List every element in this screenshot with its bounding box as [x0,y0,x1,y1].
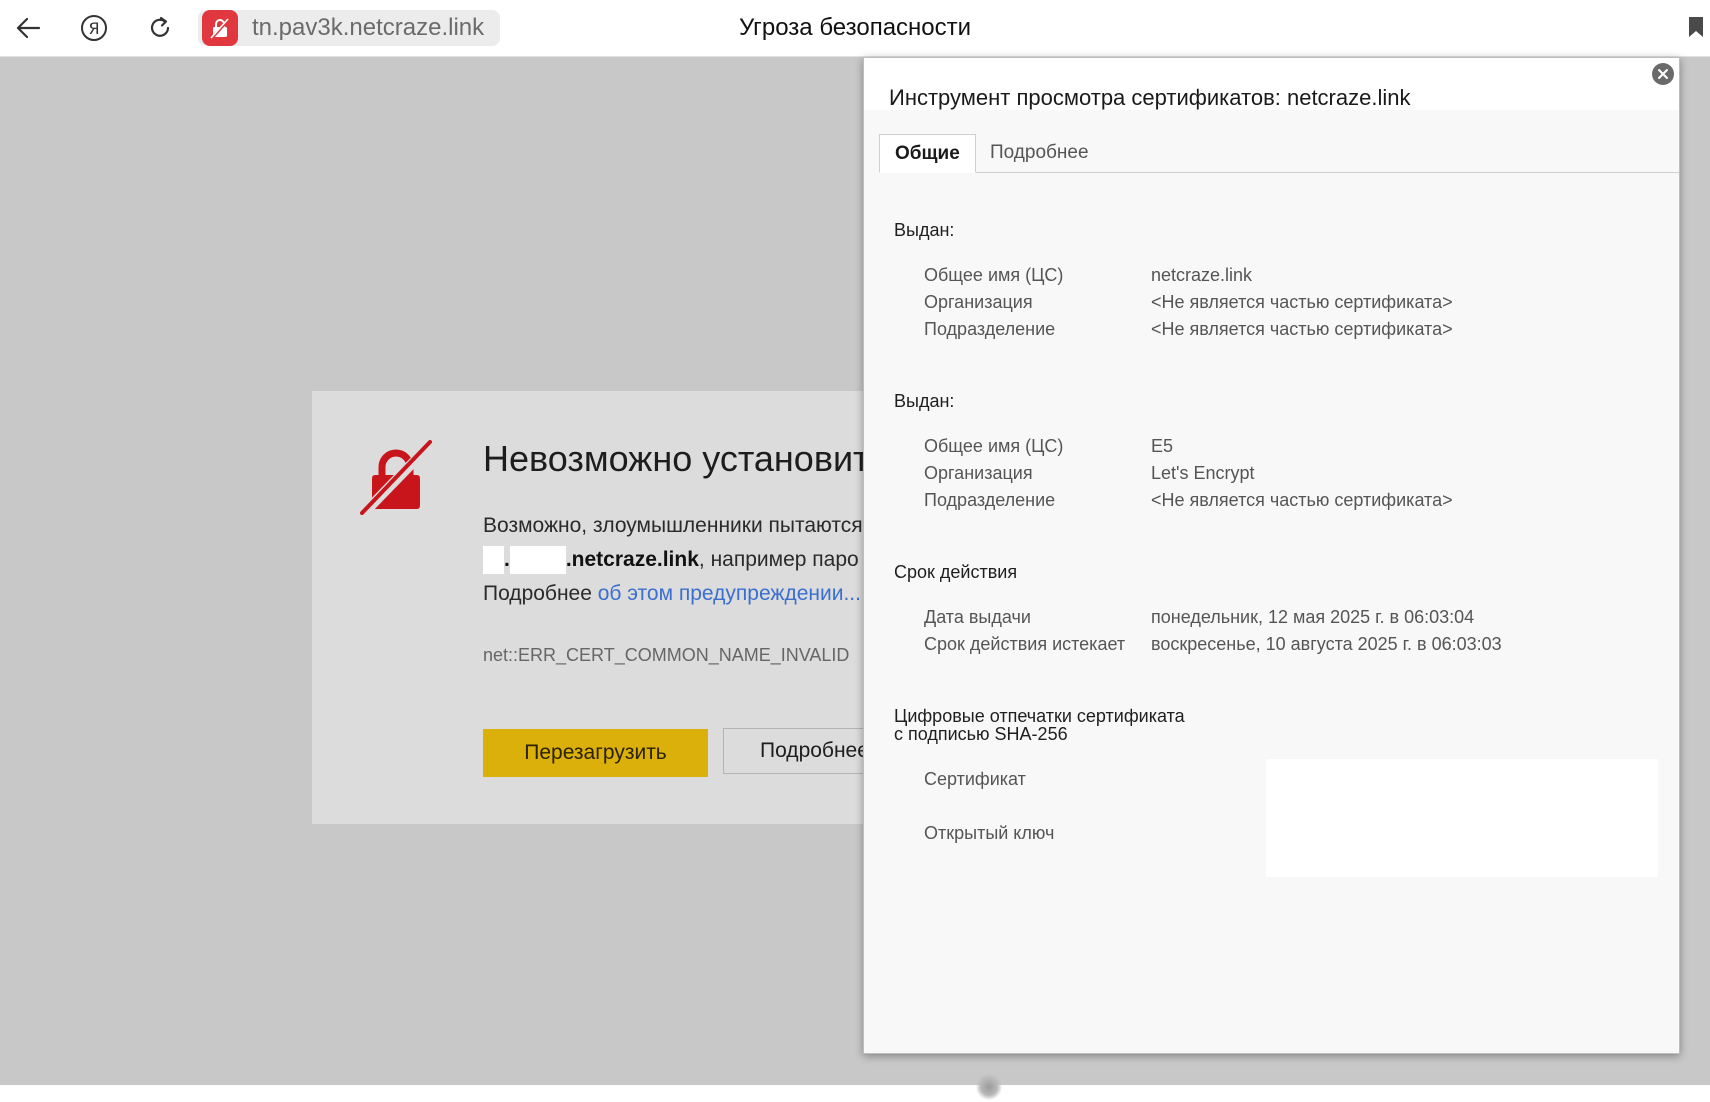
fingerprint-values-redacted [1266,759,1658,877]
broken-lock-icon [358,439,434,520]
yandex-logo-icon[interactable]: Я [76,10,112,46]
issued-by-cn-value: E5 [1151,436,1174,456]
section-fingerprints-subheading: с подписью SHA-256 [894,724,1068,744]
fingerprint-certificate-label: Сертификат [924,769,1026,789]
section-fingerprints-heading: Цифровые отпечатки сертификата [894,706,1185,726]
redacted-block [483,546,504,575]
fingerprint-public-key-label: Открытый ключ [924,823,1055,843]
tab-general[interactable]: Общие [879,134,976,173]
redacted-block [509,546,566,575]
issued-by-ou-label: Подразделение [924,490,1056,510]
issued-to-cn-label: Общее имя (ЦС) [924,265,1064,285]
certificate-viewer-dialog: Инструмент просмотра сертификатов: netcr… [863,57,1680,1054]
error-code: net::ERR_CERT_COMMON_NAME_INVALID [483,645,850,665]
certificate-tabs: Общие Подробнее [879,134,1679,173]
issued-by-ou-value: <Не является частью сертификата> [1151,490,1453,510]
section-validity-heading: Срок действия [894,562,1018,582]
issued-to-ou-label: Подразделение [924,319,1056,339]
loading-spinner-icon [976,1074,1002,1100]
back-arrow-icon[interactable] [10,10,46,46]
status-strip [0,1085,1710,1102]
error-text-line-1: Возможно, злоумышленники пытаются [483,514,863,537]
details-button[interactable]: Подробнее [723,728,872,774]
url-text[interactable]: tn.pav3k.netcraze.link [252,13,484,43]
issued-by-cn-label: Общее имя (ЦС) [924,436,1064,456]
expiry-date-label: Срок действия истекает [924,634,1126,654]
error-domain: .netcraze.link [565,548,699,571]
section-issued-by-heading: Выдан: [894,391,955,411]
bookmark-icon[interactable] [1688,16,1704,43]
issued-by-org-value: Let's Encrypt [1151,463,1255,483]
error-text-line-2: , например паро [698,548,859,571]
certificate-viewer-title: Инструмент просмотра сертификатов: netcr… [889,85,1411,110]
error-card: Невозможно установить Возможно, злоумышл… [312,391,872,824]
security-warning-icon[interactable] [202,10,238,46]
issue-date-value: понедельник, 12 мая 2025 г. в 06:03:04 [1151,607,1475,627]
reload-icon[interactable] [142,10,178,46]
expiry-date-value: воскресенье, 10 августа 2025 г. в 06:03:… [1151,634,1502,654]
tab-details[interactable]: Подробнее [975,134,1104,172]
error-more-prefix: Подробнее [483,582,598,605]
section-issued-to-heading: Выдан: [894,220,955,240]
issued-to-org-value: <Не является частью сертификата> [1151,292,1453,312]
browser-toolbar: Я tn.pav3k.netcraze.link Угроза безопасн… [0,0,1710,57]
issued-to-ou-value: <Не является частью сертификата> [1151,319,1453,339]
warning-info-ellipsis: ... [843,582,861,605]
issued-to-org-label: Организация [924,292,1033,312]
issue-date-label: Дата выдачи [924,607,1031,627]
error-title: Невозможно установить [483,438,872,479]
issued-by-org-label: Организация [924,463,1033,483]
error-description: Возможно, злоумышленники пытаются . .netc… [483,509,863,611]
warning-info-link[interactable]: об этом предупреждении [598,582,844,605]
close-icon[interactable] [1652,63,1674,85]
issued-to-cn-value: netcraze.link [1151,265,1253,285]
svg-text:Я: Я [88,19,99,38]
reload-button[interactable]: Перезагрузить [483,729,708,777]
